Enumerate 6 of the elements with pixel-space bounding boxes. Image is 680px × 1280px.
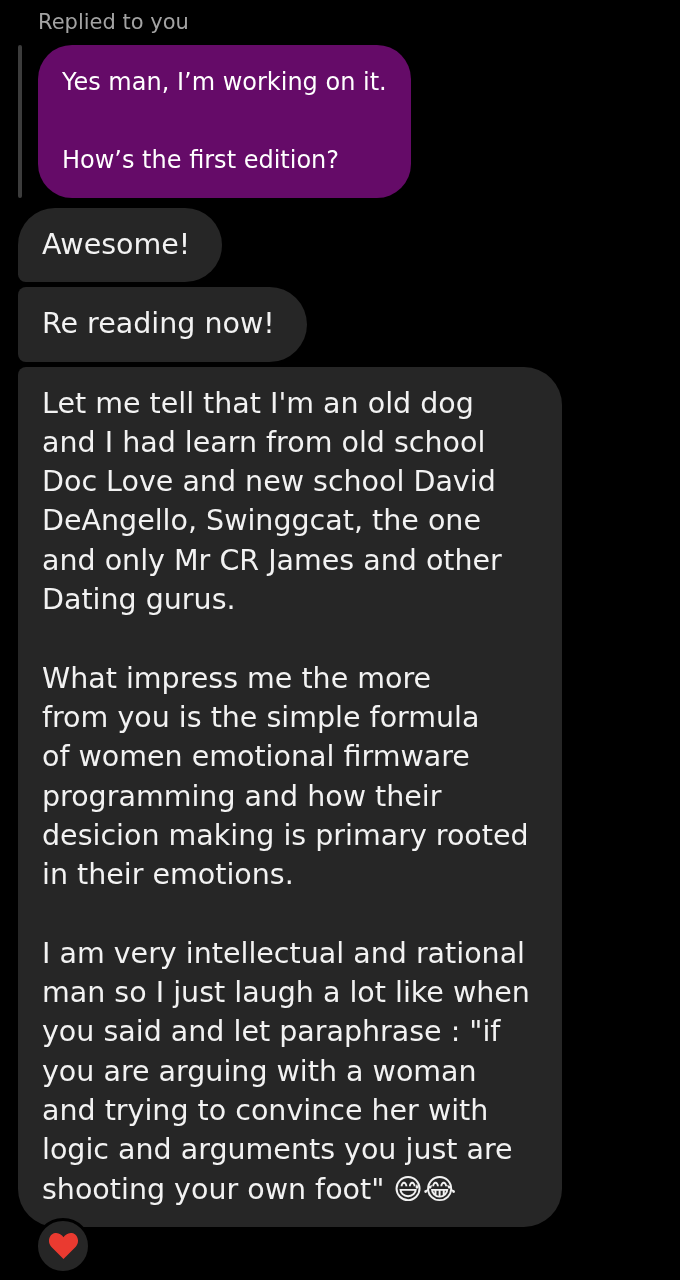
- message-text: Awesome!: [42, 228, 191, 261]
- message-text: Re reading now!: [42, 307, 275, 341]
- message-text: Let me tell that I'm an old dog and I had learn from old school Doc Love and new school David DeAngello, Swinggcat, the one and only Mr CR James and other Dating gurus. What impress me the more from you is the simple formula of women emotional firmware programming and how their desicion making is primary rooted in their emotions. I am very intellectual and rational man so I just laugh a lot like when you said and let paraphrase : "if you are arguing with a woman and trying to convince her with logic and arguments you just are shooting your own foot" 😅😂: [42, 386, 530, 1206]
- message-text: Yes man, I’m working on it. How’s the first edition?: [62, 68, 387, 174]
- reply-label: Replied to you: [38, 9, 189, 36]
- heart-icon: [47, 1232, 79, 1260]
